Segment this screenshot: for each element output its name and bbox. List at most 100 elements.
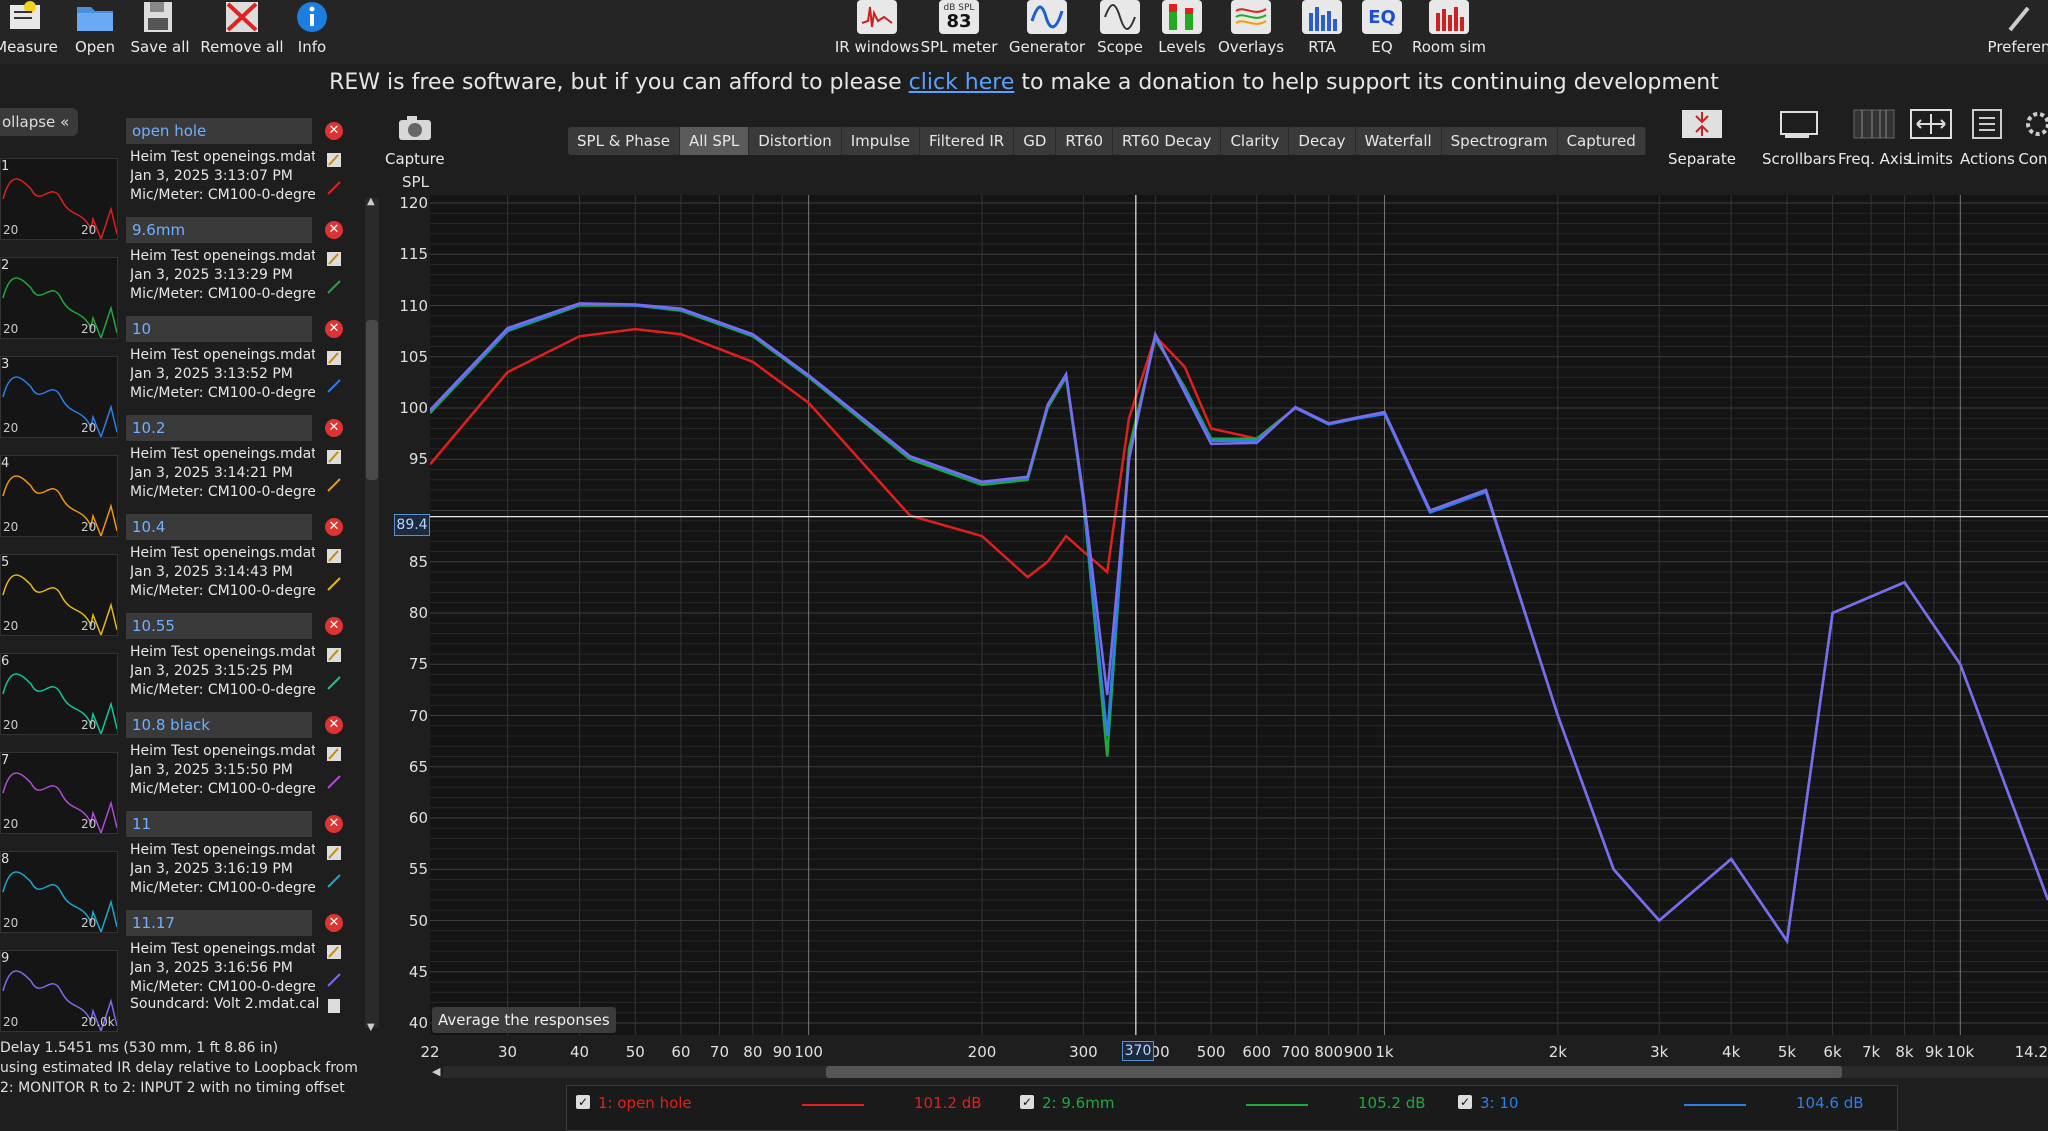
edit-notes-icon[interactable] [326, 548, 342, 564]
delete-measurement-icon[interactable]: ✕ [325, 122, 343, 140]
edit-notes-icon[interactable] [326, 746, 342, 762]
measurement-thumbnail[interactable]: 3 20 20 [0, 356, 118, 438]
measurement-name-field[interactable]: 10.55 [126, 613, 312, 639]
levels-button[interactable]: Levels [1158, 0, 1206, 60]
measurement-name-field[interactable]: 10 [126, 316, 312, 342]
generator-button[interactable]: Generator [1009, 0, 1085, 60]
trace-color-icon[interactable] [326, 477, 342, 493]
room-sim-label: Room sim [1411, 38, 1487, 56]
delete-measurement-icon[interactable]: ✕ [325, 221, 343, 239]
tab-impulse[interactable]: Impulse [842, 127, 921, 155]
collapse-button[interactable]: ollapse « [0, 108, 78, 136]
tab-spectrogram[interactable]: Spectrogram [1442, 127, 1558, 155]
spl-graph[interactable] [430, 195, 2048, 1035]
edit-notes-icon[interactable] [326, 449, 342, 465]
trace-color-icon[interactable] [326, 576, 342, 592]
measurement-thumbnail[interactable]: 9 20 20.0k [0, 950, 118, 1032]
remove-all-button[interactable]: Remove all [200, 0, 284, 60]
scope-button[interactable]: Scope [1096, 0, 1144, 60]
delete-measurement-icon[interactable]: ✕ [325, 617, 343, 635]
delete-measurement-icon[interactable]: ✕ [325, 419, 343, 437]
tab-distortion[interactable]: Distortion [749, 127, 842, 155]
measurement-mic: Mic/Meter: CM100-0-degree [130, 583, 315, 599]
separate-button[interactable]: Separate [1668, 108, 1736, 168]
delete-measurement-icon[interactable]: ✕ [325, 518, 343, 536]
measurement-thumbnail[interactable]: 7 20 20 [0, 752, 118, 834]
measurement-thumbnail[interactable]: 1 20 20 [0, 158, 118, 240]
scrollbars-button[interactable]: Scrollbars [1762, 108, 1836, 168]
trace-color-icon[interactable] [326, 180, 342, 196]
info-button[interactable]: Info [296, 0, 328, 60]
measurement-name-field[interactable]: 11 [126, 811, 312, 837]
edit-notes-icon[interactable] [326, 944, 342, 960]
measurement-name-field[interactable]: 10.2 [126, 415, 312, 441]
donation-link[interactable]: click here [909, 70, 1015, 95]
measurement-info: Heim Test openeings.mdat Jan 3, 2025 3:1… [130, 841, 315, 897]
preferences-button[interactable]: Preferen [1988, 0, 2048, 60]
tab-clarity[interactable]: Clarity [1221, 127, 1290, 155]
tab-waterfall[interactable]: Waterfall [1356, 127, 1442, 155]
rta-button[interactable]: RTA [1302, 0, 1342, 60]
tab-all-spl[interactable]: All SPL [679, 127, 750, 155]
freq-axis-button[interactable]: Freq. Axis [1838, 108, 1911, 168]
measurement-name-field[interactable]: 10.4 [126, 514, 312, 540]
measurement-thumbnail[interactable]: 6 20 20 [0, 653, 118, 735]
trace-color-icon[interactable] [326, 378, 342, 394]
actions-button[interactable]: Actions [1960, 108, 2015, 168]
eq-button[interactable]: EQ EQ [1362, 0, 1402, 60]
edit-notes-icon[interactable] [326, 152, 342, 168]
edit-notes-icon[interactable] [326, 350, 342, 366]
limits-icon [1909, 108, 1953, 144]
trace-color-icon[interactable] [326, 873, 342, 889]
measurement-name-field[interactable]: 9.6mm [126, 217, 312, 243]
measurement-thumbnail[interactable]: 4 20 20 [0, 455, 118, 537]
tab-captured[interactable]: Captured [1558, 127, 1646, 155]
frequency-scroll-thumb[interactable] [826, 1066, 1842, 1078]
limits-button[interactable]: Limits [1908, 108, 1953, 168]
measure-button[interactable]: Measure [0, 0, 58, 60]
measurement-name-field[interactable]: open hole [126, 118, 312, 144]
average-responses-button[interactable]: Average the responses [432, 1007, 616, 1033]
legend-checkbox[interactable]: ✓ [1458, 1095, 1472, 1109]
measurement-thumbnail[interactable]: 5 20 20 [0, 554, 118, 636]
delete-measurement-icon[interactable]: ✕ [325, 320, 343, 338]
edit-notes-icon[interactable] [326, 251, 342, 267]
document-icon[interactable] [326, 998, 342, 1014]
trace-color-icon[interactable] [326, 279, 342, 295]
measurements-scroll-thumb[interactable] [366, 320, 378, 480]
trace-color-icon[interactable] [326, 675, 342, 691]
scroll-up-icon[interactable]: ▲ [367, 196, 375, 207]
overlays-button[interactable]: Overlays [1218, 0, 1284, 60]
capture-button[interactable]: Capture [385, 114, 445, 168]
room-sim-button[interactable]: Room sim [1411, 0, 1487, 60]
trace-color-icon[interactable] [326, 774, 342, 790]
tab-decay[interactable]: Decay [1289, 127, 1356, 155]
y-axis-label: SPL [402, 173, 429, 191]
tab-filtered-ir[interactable]: Filtered IR [920, 127, 1015, 155]
legend-checkbox[interactable]: ✓ [576, 1095, 590, 1109]
hscroll-left-icon[interactable]: ◀ [432, 1065, 440, 1078]
delete-measurement-icon[interactable]: ✕ [325, 815, 343, 833]
controls-button[interactable]: Con [2018, 108, 2048, 168]
edit-notes-icon[interactable] [326, 845, 342, 861]
spl-meter-button[interactable]: dB SPL 83 SPL meter [921, 0, 997, 60]
tab-spl-phase[interactable]: SPL & Phase [568, 127, 680, 155]
measurement-thumbnail[interactable]: 8 20 20 [0, 851, 118, 933]
measurement-thumbnail[interactable]: 2 20 20 [0, 257, 118, 339]
trace-color-icon[interactable] [326, 972, 342, 988]
tab-rt60-decay[interactable]: RT60 Decay [1113, 127, 1222, 155]
legend-checkbox[interactable]: ✓ [1020, 1095, 1034, 1109]
open-button[interactable]: Open [74, 0, 116, 60]
delete-measurement-icon[interactable]: ✕ [325, 914, 343, 932]
delete-measurement-icon[interactable]: ✕ [325, 716, 343, 734]
scroll-down-icon[interactable]: ▼ [367, 1022, 375, 1033]
ir-windows-button[interactable]: IR windows [835, 0, 919, 60]
x-tick-label: 40 [569, 1043, 590, 1061]
measurement-name-field[interactable]: 10.8 black [126, 712, 312, 738]
measurement-name-field[interactable]: 11.17 [126, 910, 312, 936]
tab-rt60[interactable]: RT60 [1056, 127, 1113, 155]
thumbnail-axis-right: 20 [81, 619, 97, 633]
save-all-button[interactable]: Save all [130, 0, 190, 60]
tab-gd[interactable]: GD [1014, 127, 1057, 155]
edit-notes-icon[interactable] [326, 647, 342, 663]
